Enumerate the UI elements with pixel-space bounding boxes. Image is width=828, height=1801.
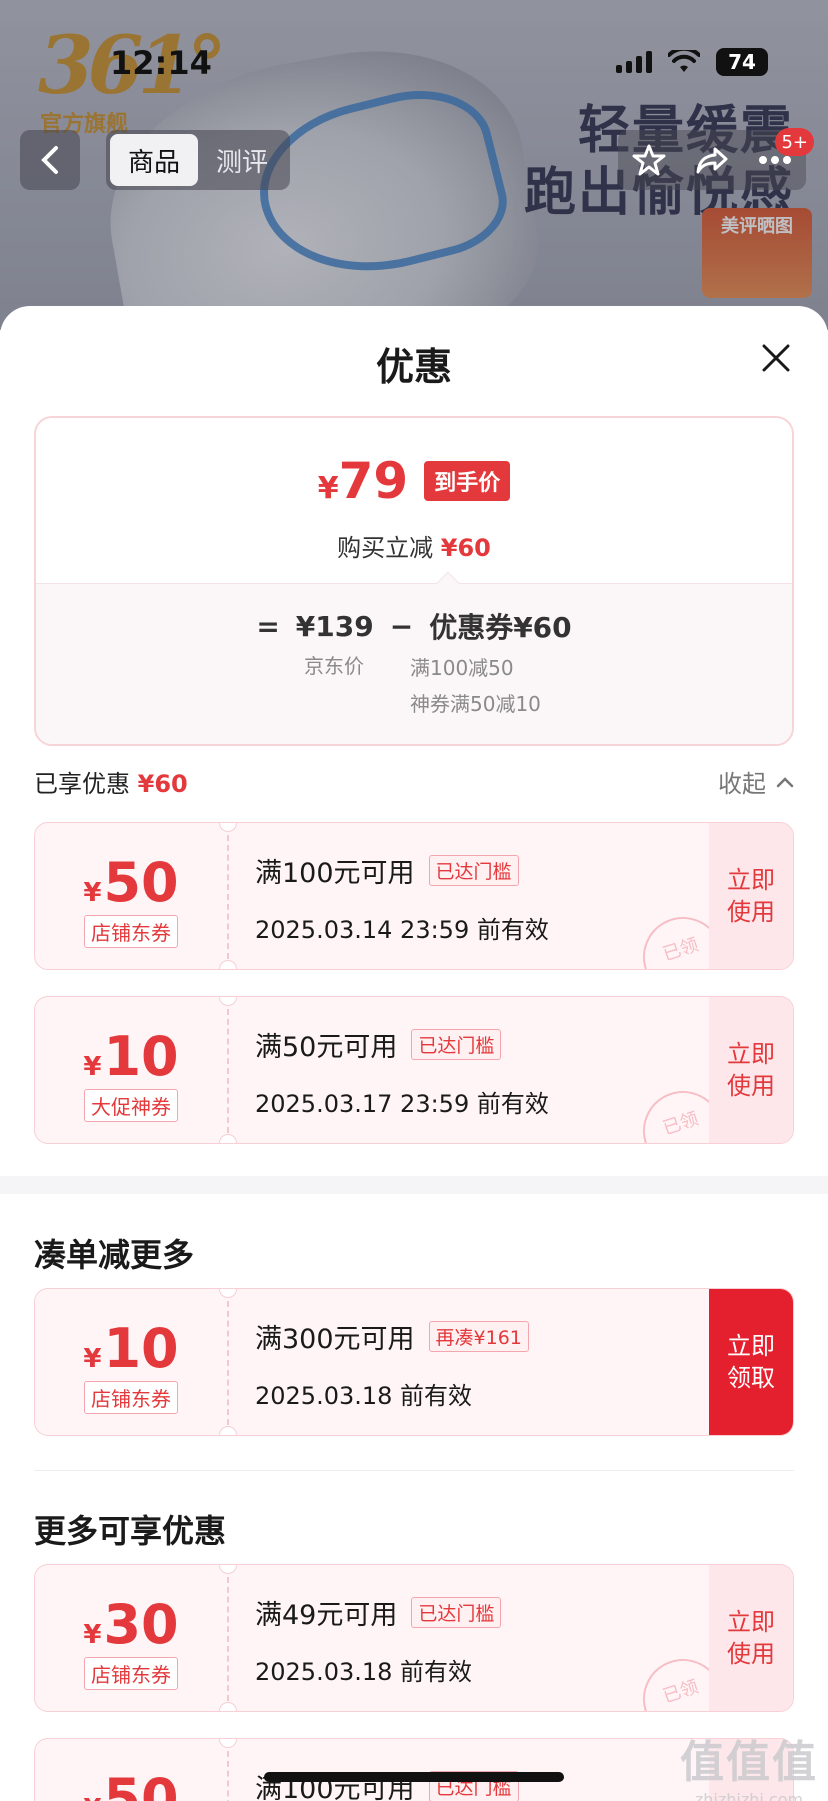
sheet-title: 优惠 — [375, 345, 452, 389]
coupon-detail-1: 满100减50 — [410, 656, 514, 680]
enjoyed-discount: 已享优惠 ¥60 — [34, 770, 188, 798]
coupon-card: ¥10 大促神券 满50元可用 已达门槛 2025.03.17 23:59 前有… — [34, 996, 794, 1144]
instant-discount: 购买立减 ¥60 — [337, 534, 491, 562]
coupon-status-chip: 已达门槛 — [428, 855, 519, 886]
jd-price: ¥139 — [295, 609, 374, 643]
coupon-card: ¥10 店铺东券 满300元可用 再凑¥161 2025.03.18 前有效 立… — [34, 1288, 794, 1436]
final-price: 79 — [338, 452, 409, 510]
close-icon[interactable] — [760, 342, 792, 374]
coupon-type: 店铺东券 — [84, 915, 178, 948]
coupon-status-chip: 已达门槛 — [411, 1597, 502, 1628]
status-time: 12:14 — [110, 44, 212, 82]
enjoyed-discount-value: ¥60 — [137, 770, 188, 798]
coupon-condition: 满300元可用 — [255, 1324, 415, 1355]
divider — [34, 1470, 794, 1471]
battery-icon: 74 — [716, 48, 768, 76]
price-breakdown: = ¥139 − 优惠券¥60 京东价 满100减50 神券满50减10 — [36, 571, 792, 744]
use-now-button[interactable]: 立即 使用 — [709, 997, 793, 1143]
star-icon[interactable] — [632, 143, 666, 177]
coupon-amount: 10 — [103, 1317, 179, 1380]
product-tabs: 商品 测评 — [106, 130, 290, 190]
share-icon[interactable] — [695, 143, 729, 177]
collapse-button[interactable]: 收起 — [718, 764, 794, 799]
section-title-more-order: 凑单减更多 — [34, 1236, 195, 1274]
coupon-expiry: 2025.03.17 23:59 前有效 — [255, 1090, 549, 1118]
coupon-amount: 10 — [103, 1025, 179, 1088]
coupon-card: ¥50 店铺东券 满100元可用 已达门槛 2025.03.14 23:59 前… — [34, 822, 794, 970]
section-divider — [0, 1176, 828, 1194]
coupon-condition: 满100元可用 — [255, 858, 415, 889]
instant-discount-value: ¥60 — [440, 534, 491, 562]
use-now-button[interactable]: 立即 使用 — [709, 1565, 793, 1711]
more-icon[interactable] — [758, 155, 792, 165]
wifi-icon — [668, 50, 700, 72]
final-price-area: ¥79 到手价 购买立减 ¥60 — [36, 418, 792, 583]
coupon-status-chip: 再凑¥161 — [428, 1321, 529, 1352]
chevron-up-icon — [776, 776, 794, 787]
coupon-condition: 满50元可用 — [255, 1032, 398, 1063]
coupon-card: ¥30 店铺东券 满49元可用 已达门槛 2025.03.18 前有效 已领 立… — [34, 1564, 794, 1712]
discount-sheet: 优惠 ¥79 到手价 购买立减 ¥60 = ¥139 − 优惠券¥60 京东价 … — [0, 306, 828, 1801]
claim-now-button[interactable]: 立即 领取 — [709, 1289, 793, 1435]
coupon-condition: 满49元可用 — [255, 1600, 398, 1631]
equals-sign: = — [256, 609, 280, 643]
coupon-detail-2: 神券满50减10 — [410, 692, 541, 716]
coupon-type: 店铺东券 — [84, 1381, 178, 1414]
site-watermark: 值值值 zhizhizhi.com — [680, 1737, 818, 1801]
cell-signal-icon — [616, 51, 652, 73]
chevron-left-icon — [41, 146, 58, 174]
coupon-type: 店铺东券 — [84, 1657, 178, 1690]
tab-review[interactable]: 测评 — [198, 142, 286, 179]
section-title-more-deals: 更多可享优惠 — [34, 1512, 227, 1550]
coupon-amount: 50 — [103, 1767, 179, 1801]
use-now-button[interactable]: 立即 使用 — [709, 823, 793, 969]
jd-price-label: 京东价 — [304, 654, 364, 678]
tab-product[interactable]: 商品 — [110, 134, 198, 186]
coupon-expiry: 2025.03.14 23:59 前有效 — [255, 916, 549, 944]
coupon-expiry: 2025.03.18 前有效 — [255, 1382, 473, 1410]
back-button[interactable] — [20, 130, 80, 190]
price-summary-card: ¥79 到手价 购买立减 ¥60 = ¥139 − 优惠券¥60 京东价 满10… — [34, 416, 794, 746]
coupon-expiry: 2025.03.18 前有效 — [255, 1658, 473, 1686]
message-count-badge: 5+ — [775, 128, 814, 156]
home-indicator[interactable] — [264, 1772, 564, 1782]
coupon-amount: 30 — [103, 1593, 179, 1656]
coupon-type: 大促神券 — [84, 1089, 178, 1122]
coupon-amount: 50 — [103, 851, 179, 914]
currency-symbol: ¥ — [317, 470, 339, 506]
final-price-tag: 到手价 — [424, 461, 511, 501]
coupon-status-chip: 已达门槛 — [411, 1029, 502, 1060]
minus-sign: − — [389, 609, 414, 643]
product-banner: 361° 官方旗舰 轻量缓震 跑出愉悦感 美评晒图 12:14 74 商品 测评 — [0, 0, 828, 330]
coupon-total: 优惠券¥60 — [429, 611, 572, 644]
status-indicators: 74 — [616, 48, 768, 76]
